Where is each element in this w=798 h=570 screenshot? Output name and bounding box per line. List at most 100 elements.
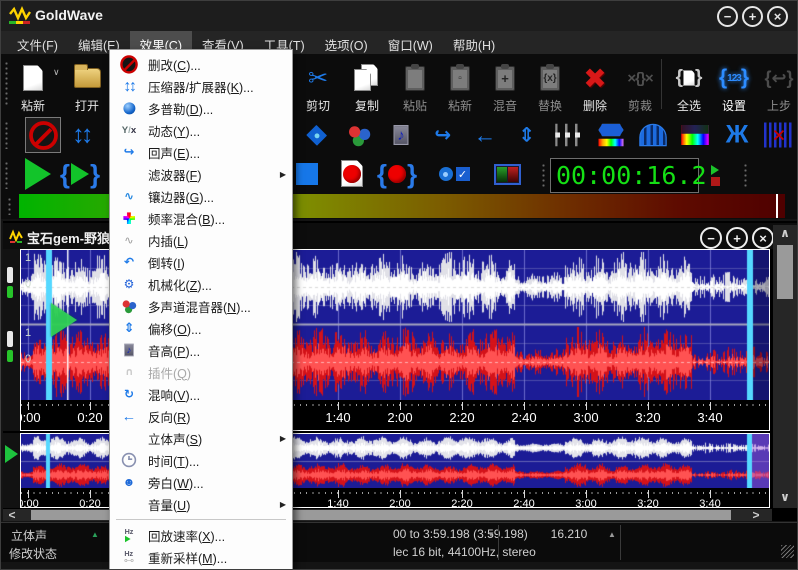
scroll-left-icon[interactable]: < <box>5 509 19 521</box>
effects-toolbar-echo-button[interactable]: ↪ <box>425 117 461 153</box>
play-icon <box>25 158 51 190</box>
toolbar-copy-button[interactable]: 复制 <box>343 57 391 113</box>
effects-toolbar-cut-modify-button[interactable] <box>25 117 61 153</box>
toolbar-open-button[interactable]: 打开 <box>63 57 111 113</box>
compressor-icon: ↕↕ <box>72 121 90 150</box>
toolbar-mix-button[interactable]: +混音 <box>481 57 529 113</box>
menubar-item-help[interactable]: 帮助(H) <box>443 31 505 54</box>
effects-toolbar-channel-mixer-button[interactable] <box>341 117 377 153</box>
effects-menu-item-flange[interactable]: ∿镶边器(G)... <box>110 185 292 207</box>
menu-item-label: 滤波器(F) <box>148 165 280 184</box>
effects-toolbar-filter-button[interactable] <box>593 117 629 153</box>
effects-toolbar-transform-star-button[interactable]: ◆◆● <box>299 117 335 153</box>
toolbar-grip[interactable] <box>4 121 9 149</box>
effects-menu-item-stereo[interactable]: 立体声(S)▶ <box>110 427 292 449</box>
effects-menu-item-interpolate[interactable]: ∿内插(L) <box>110 229 292 251</box>
toolbar-paste-button[interactable]: 粘贴 <box>391 57 439 113</box>
toolbar-set-button[interactable]: {123}设置 <box>710 57 758 113</box>
toolbar-grip[interactable] <box>541 163 546 189</box>
effects-menu-item-offset[interactable]: ⇕偏移(O)... <box>110 317 292 339</box>
toolbar-button-label: 粘新 <box>448 99 472 113</box>
control-monitor-button[interactable]: ✓ <box>433 156 475 192</box>
toolbar-button-label: 复制 <box>355 99 379 113</box>
effects-menu-item-cut-modify[interactable]: 删改(C)... <box>110 53 292 75</box>
doc-minimize-button[interactable]: − <box>700 227 722 249</box>
doc-close-button[interactable]: × <box>752 227 774 249</box>
menubar-item-file[interactable]: 文件(F) <box>7 31 68 54</box>
channel-mixer-icon <box>347 124 372 147</box>
control-record-selection-button[interactable]: {} <box>376 156 418 192</box>
effects-toolbar-silence-button[interactable]: ✕ <box>761 117 797 153</box>
control-play-button[interactable] <box>17 156 59 192</box>
resize-grip[interactable] <box>781 545 794 558</box>
effects-menu-item-reverse[interactable]: ←反向(R) <box>110 405 292 427</box>
meter-grip[interactable] <box>7 197 12 215</box>
title-bar[interactable]: GoldWave − + × <box>1 1 798 31</box>
timeline-label: 2:20 <box>442 498 482 507</box>
menubar-item-window[interactable]: 窗口(W) <box>378 31 443 54</box>
effects-toolbar-flanger-button[interactable]: Ж <box>719 117 755 153</box>
effects-toolbar-compressor-expander-button[interactable]: ↕↕ <box>63 117 99 153</box>
effects-toolbar-spectrum-filter-button[interactable] <box>677 117 713 153</box>
effects-toolbar-pitch-button[interactable]: ♪ <box>383 117 419 153</box>
timeline-tick <box>462 402 463 410</box>
scroll-down-icon[interactable]: ∨ <box>773 489 797 505</box>
effects-menu-item-reverb[interactable]: ↻混响(V)... <box>110 383 292 405</box>
minimize-button[interactable]: − <box>717 6 738 27</box>
toolbar-grip[interactable] <box>743 163 748 189</box>
scroll-up-icon[interactable]: ∧ <box>773 225 797 241</box>
doc-maximize-button[interactable]: + <box>726 227 748 249</box>
toolbar-trim-button[interactable]: ×{}×剪裁 <box>616 57 664 113</box>
overview-play-marker-icon[interactable] <box>5 445 18 463</box>
play-position-marker-icon[interactable] <box>51 303 77 337</box>
effects-menu-item-invert[interactable]: ↶倒转(I) <box>110 251 292 273</box>
toolbar-replace-button[interactable]: {x}替换 <box>526 57 574 113</box>
control-record-button[interactable] <box>331 156 373 192</box>
effects-menu-item-volume[interactable]: 音量(U)▶ <box>110 493 292 515</box>
effects-menu-item-voice-over[interactable]: ☻旁白(W)... <box>110 471 292 493</box>
toolbar-cut-button[interactable]: ✂剪切 <box>294 57 342 113</box>
selection-range-status[interactable]: 00 to 3:59.198 (3:59.198) <box>393 527 528 541</box>
effects-menu-item-dynamics[interactable]: Y/x动态(Y)... <box>110 119 292 141</box>
effects-menu-item-playback-rate[interactable]: Hz回放速率(X)... <box>110 524 292 546</box>
effects-toolbar-equalizer-button[interactable] <box>551 117 587 153</box>
channel-mode-status[interactable]: 立体声 <box>11 527 47 544</box>
toolbar-select-all-button[interactable]: {}全选 <box>665 57 713 113</box>
toolbar-new-button[interactable]: 粘新 <box>9 57 57 113</box>
control-play-selection-button[interactable]: {} <box>59 156 101 192</box>
effects-menu-item-filter[interactable]: 滤波器(F)▶ <box>110 163 292 185</box>
effects-menu-item-echo[interactable]: ↪回声(E)... <box>110 141 292 163</box>
toolbar-previous-button[interactable]: {↩}上步 <box>755 57 798 113</box>
effects-menu-item-time[interactable]: 时间(T)... <box>110 449 292 471</box>
scroll-right-icon[interactable]: > <box>749 509 763 521</box>
effects-toolbar-reverse-button[interactable]: ← <box>467 117 503 153</box>
effects-menu-item-multichannel-mixer[interactable]: 多声道混音器(N)... <box>110 295 292 317</box>
effects-menu-item-frequency-blend[interactable]: 频率混合(B)... <box>110 207 292 229</box>
timeline-label: 2:40 <box>504 410 544 425</box>
effects-menu-item-mechanize[interactable]: ⚙机械化(Z)... <box>110 273 292 295</box>
toolbar-grip[interactable] <box>4 161 9 189</box>
channel-mode-arrow-icon[interactable]: ▲ <box>91 530 99 539</box>
position-dropdown-icon[interactable]: ▲ <box>608 530 616 539</box>
chevron-down-icon[interactable]: ∨ <box>53 67 60 78</box>
position-status[interactable]: 16.210 <box>531 527 607 541</box>
delete-icon: ✖ <box>583 62 606 95</box>
effects-toolbar-noise-gate-button[interactable] <box>635 117 671 153</box>
effects-toolbar-offset-button[interactable]: ⇕ <box>509 117 545 153</box>
maximize-button[interactable]: + <box>742 6 763 27</box>
effects-menu-item-compressor-expander[interactable]: ↕↕压缩器/扩展器(K)... <box>110 75 292 97</box>
close-button[interactable]: × <box>767 6 788 27</box>
selection-dropdown-icon[interactable]: ▼ <box>487 530 495 539</box>
effects-menu-item-pitch[interactable]: ♪音高(P)... <box>110 339 292 361</box>
toolbar-paste-new-button[interactable]: ▫粘新 <box>436 57 484 113</box>
format-status: lec 16 bit, 44100Hz, stereo <box>393 545 536 559</box>
vertical-scrollbar[interactable]: ∧ ∨ <box>773 225 797 508</box>
toolbar-delete-button[interactable]: ✖删除 <box>571 57 619 113</box>
control-control-properties-button[interactable] <box>486 156 528 192</box>
menubar-item-options[interactable]: 选项(O) <box>315 31 378 54</box>
effects-menu-item-resample[interactable]: Hzo–o重新采样(M)... <box>110 546 292 568</box>
toolbar-button-label: 混音 <box>493 99 517 113</box>
vertical-scroll-thumb[interactable] <box>777 245 793 299</box>
effects-menu-item-doppler[interactable]: 多普勒(D)... <box>110 97 292 119</box>
timeline-tick <box>28 402 29 410</box>
